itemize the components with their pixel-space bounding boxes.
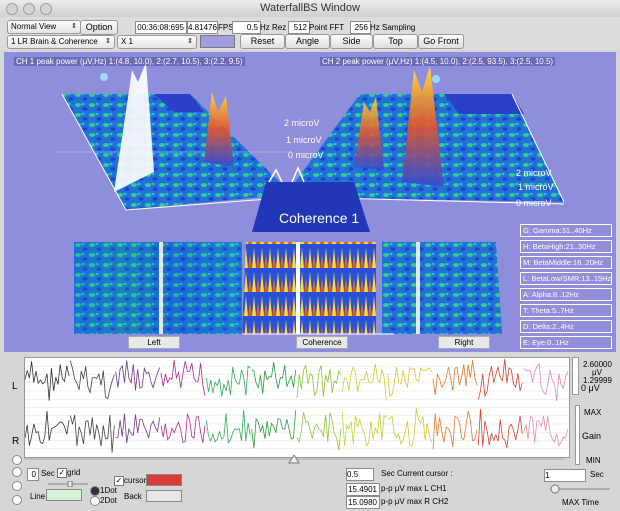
line-color-swatch[interactable] — [46, 489, 82, 501]
time-field: 00:36:08:695 — [135, 21, 187, 34]
band-gamma[interactable]: G: Gamma:31..40Hz — [520, 224, 612, 237]
option-radio-d[interactable] — [12, 495, 22, 505]
angle-button[interactable]: Angle — [285, 34, 330, 49]
ch1-peak-power: CH 1 peak power (μV,Hz) 1:(4.8, 10.0), 2… — [14, 57, 245, 66]
waveform-traces — [25, 358, 569, 453]
grid-checkbox[interactable]: ✓ — [57, 468, 67, 478]
ch2-pp-label: p-p μV max R CH2 — [381, 497, 449, 506]
hz-rez-label: Hz Rez — [260, 23, 287, 32]
max-time-slider[interactable] — [550, 484, 610, 494]
1dot-radio[interactable] — [90, 486, 100, 496]
band-beta-low[interactable]: L: BetaLow/SMR:13..15Hz — [520, 272, 612, 285]
side-button[interactable]: Side — [330, 34, 373, 49]
max-time-label: MAX Time — [562, 498, 599, 507]
scale-slider-track[interactable] — [572, 357, 579, 395]
left-channel-label: L — [12, 381, 18, 392]
sec-field[interactable]: 0 — [27, 468, 39, 481]
ch2-peak-power: CH 2 peak power (μV,Hz) 1:(4.5, 10.0), 2… — [320, 57, 556, 66]
left-scale-2: 2 microV — [284, 118, 320, 128]
updown-arrow-icon: ⇕ — [105, 38, 111, 45]
2dot-radio[interactable] — [90, 496, 100, 506]
toolbar: Normal View ⇕ Option 00:36:08:695 4.81476… — [0, 17, 620, 50]
gain-label: Gain — [582, 431, 602, 441]
bottom-controls: 0 Sec ✓ grid Line 1Dot 2Dot ✓ cursor Bac… — [0, 455, 620, 511]
right-scale-2: 2 microV — [516, 168, 552, 178]
left-panel-label[interactable]: Left — [128, 336, 180, 349]
left-scale-1: 1 microV — [286, 135, 322, 145]
right-scale-0: 0 microV — [516, 198, 552, 208]
top-button[interactable]: Top — [373, 34, 418, 49]
gain-max-label: MAX — [584, 408, 602, 417]
gain-panel: 2.60000 μV 1.29999 0 μV MAX Gain MIN — [572, 355, 620, 465]
grid-label: grid — [67, 468, 81, 477]
title-bar: WaterfallBS Window — [0, 0, 620, 18]
view-select[interactable]: Normal View ⇕ — [7, 20, 81, 34]
band-beta-middle[interactable]: M: BetaMiddle:16..20Hz — [520, 256, 612, 269]
band-eye[interactable]: E: Eye:0..1Hz — [520, 336, 612, 349]
left-scale-0: 0 microV — [288, 150, 324, 160]
updown-arrow-icon: ⇕ — [71, 23, 77, 30]
ch1-pp-field: 15.4901 — [346, 483, 380, 496]
window-title: WaterfallBS Window — [260, 2, 360, 14]
mode-select[interactable]: 1 LR Brain & Coherence ⇕ — [7, 35, 115, 49]
cursor-color-swatch[interactable] — [146, 474, 182, 486]
time-scrollbar[interactable] — [24, 455, 584, 465]
max-time-sec-field[interactable]: 1 — [544, 469, 586, 482]
cursor-sec-field[interactable]: 0.5 — [346, 468, 374, 481]
coherence-panel-label[interactable]: Coherence — [296, 336, 348, 349]
band-legend: G: Gamma:31..40Hz H: BetaHigh:21..30Hz M… — [520, 224, 612, 352]
hz-sampling-field[interactable]: 256 — [350, 21, 371, 34]
hz-rez-field[interactable]: 0.5 — [232, 21, 261, 34]
hz-sampling-label: Hz Sampling — [370, 23, 416, 32]
option-radio-a[interactable] — [12, 455, 22, 465]
option-radio-b[interactable] — [12, 467, 22, 477]
ch2-pp-field: 15.0980 — [346, 496, 380, 509]
2dot-label: 2Dot — [100, 496, 117, 505]
go-front-button[interactable]: Go Front — [418, 34, 464, 49]
point-fft-field[interactable]: 512 — [288, 21, 310, 34]
reset-button[interactable]: Reset — [240, 34, 285, 49]
right-scale-1: 1 microV — [518, 182, 554, 192]
back-color-swatch[interactable] — [146, 490, 182, 502]
right-panel-label[interactable]: Right — [438, 336, 490, 349]
ch1-pp-label: p-p μV max L CH1 — [381, 484, 447, 493]
cursor-sec-label: Sec Current cursor : — [381, 469, 453, 478]
cursor-checkbox[interactable]: ✓ — [114, 476, 124, 486]
fps-field: 4.81476 — [187, 21, 218, 34]
max-time-sec-label: Sec — [590, 470, 604, 479]
band-delta[interactable]: D: Delta:2..4Hz — [520, 320, 612, 333]
coherence-title: Coherence 1 — [279, 210, 360, 226]
line-label: Line — [30, 492, 46, 501]
grid-slider[interactable] — [48, 481, 88, 487]
waterfall-3d-view[interactable]: CH 1 peak power (μV,Hz) 1:(4.8, 10.0), 2… — [4, 52, 616, 352]
updown-arrow-icon: ⇕ — [187, 38, 193, 45]
view-color-swatch[interactable] — [200, 35, 235, 48]
sec-label: Sec — [41, 469, 55, 478]
band-theta[interactable]: T: Theta:5..7Hz — [520, 304, 612, 317]
option-button[interactable]: Option — [80, 20, 118, 35]
point-fft-label: Point FFT — [309, 23, 345, 32]
band-alpha[interactable]: A: Alpha:8..12Hz — [520, 288, 612, 301]
right-channel-label: R — [12, 436, 20, 447]
back-label: Back — [124, 492, 142, 501]
zero-uv-label: 0 μV — [581, 383, 600, 393]
option-radio-c[interactable] — [12, 481, 22, 491]
band-beta-high[interactable]: H: BetaHigh:21..30Hz — [520, 240, 612, 253]
cursor-label: cursor — [124, 476, 147, 485]
scale-select[interactable]: X 1 ⇕ — [117, 35, 197, 49]
waveform-plot[interactable] — [24, 357, 570, 458]
